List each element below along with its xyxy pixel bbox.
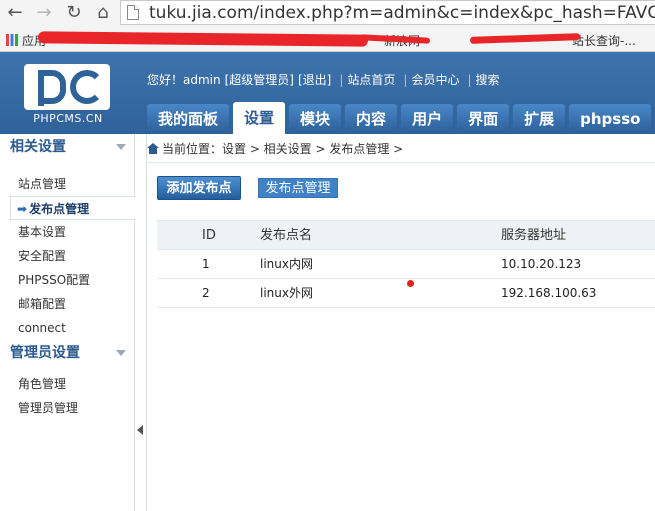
browser-toolbar: ← → ↻ ⌂ tuku.jia.com/index.php?m=admin&c… [0, 0, 655, 27]
member-center-link[interactable]: 会员中心 [411, 73, 459, 87]
tab-modules[interactable]: 模块 [289, 104, 342, 134]
apps-icon[interactable] [6, 34, 18, 46]
user-role: [超级管理员] [224, 73, 294, 87]
publish-point-manage-button[interactable]: 发布点管理 [258, 178, 338, 198]
home-icon [147, 143, 159, 154]
breadcrumb-text: 当前位置：设置 > 相关设置 > 发布点管理 > [162, 142, 404, 156]
sidebar-divider [146, 134, 147, 511]
sidebar-group-admin-settings[interactable]: 管理员设置 [0, 340, 134, 366]
welcome-bar: 您好！admin [超级管理员] [退出] | 站点首页 | 会员中心 | 搜索 [147, 73, 500, 87]
left-sidebar: 相关设置 站点管理 ➡ 发布点管理 基本设置 安全配置 PHPSSO配置 邮箱配置… [0, 134, 136, 511]
redaction-scribble [37, 31, 369, 47]
tab-interface[interactable]: 界面 [457, 104, 510, 134]
logo-mark [24, 64, 110, 110]
sidebar-group-related-settings[interactable]: 相关设置 [0, 134, 134, 160]
table-row: 1 linux内网 10.10.20.123 [157, 250, 655, 279]
sidebar-item-site-management[interactable]: 站点管理 [0, 172, 134, 196]
reload-icon[interactable]: ↻ [64, 3, 84, 23]
phpcms-logo[interactable]: PHPCMS.CN [20, 64, 116, 128]
add-publish-point-button[interactable]: 添加发布点 [157, 176, 241, 200]
sidebar-item-publish-points[interactable]: ➡ 发布点管理 [10, 196, 136, 220]
tab-settings[interactable]: 设置 [233, 102, 286, 134]
cell-id: 1 [202, 257, 210, 271]
table-header: ID 发布点名 服务器地址 [157, 220, 655, 250]
column-header-id: ID [202, 228, 216, 243]
sidebar-item-phpsso[interactable]: PHPSSO配置 [0, 268, 134, 292]
tab-my-panel[interactable]: 我的面板 [147, 104, 230, 134]
collapse-caret-icon[interactable] [116, 350, 126, 356]
cell-name: linux外网 [260, 286, 313, 300]
forward-icon[interactable]: → [34, 3, 54, 23]
cms-header: PHPCMS.CN 您好！admin [超级管理员] [退出] | 站点首页 | 会员中心 |… [0, 52, 655, 134]
url-text: tuku.jia.com/index.php?m=admin&c=index&p… [149, 3, 655, 23]
cell-id: 2 [202, 286, 210, 300]
sidebar-item-connect[interactable]: connect [0, 316, 134, 340]
cell-addr: 192.168.100.63 [501, 286, 597, 300]
arrow-right-icon: ➡ [17, 202, 28, 216]
home-icon[interactable]: ⌂ [93, 3, 113, 23]
bookmark-fragment[interactable]: 站长查询-... [572, 32, 636, 49]
redaction-scribble [469, 33, 581, 44]
sidebar-item-label: 发布点管理 [29, 202, 90, 216]
bookmarks-bar: 应用 新浪网 站长查询-... [0, 27, 655, 52]
logout-link[interactable]: [退出] [298, 73, 331, 87]
sidebar-item-basic-settings[interactable]: 基本设置 [0, 220, 134, 244]
tab-content[interactable]: 内容 [345, 104, 398, 134]
cursor-marker [407, 280, 414, 287]
sidebar-item-roles[interactable]: 角色管理 [0, 372, 134, 396]
page-icon [127, 5, 139, 20]
sidebar-item-security[interactable]: 安全配置 [0, 244, 134, 268]
collapse-caret-icon[interactable] [116, 144, 126, 150]
site-home-link[interactable]: 站点首页 [347, 73, 395, 87]
column-header-name: 发布点名 [260, 228, 313, 243]
cell-name: linux内网 [260, 257, 313, 271]
column-header-addr: 服务器地址 [501, 228, 567, 243]
tab-extensions[interactable]: 扩展 [513, 104, 566, 134]
sidebar-group-title: 管理员设置 [10, 345, 80, 361]
greeting: 您好！admin [147, 73, 221, 87]
tab-users[interactable]: 用户 [401, 104, 454, 134]
divider [147, 162, 655, 163]
collapse-sidebar-icon[interactable] [137, 424, 145, 436]
main-nav-tabs: 我的面板 设置 模块 内容 用户 界面 扩展 phpsso [147, 102, 655, 134]
sidebar-item-mail[interactable]: 邮箱配置 [0, 292, 134, 316]
address-bar[interactable]: tuku.jia.com/index.php?m=admin&c=index&p… [120, 0, 655, 25]
logo-text: PHPCMS.CN [33, 112, 103, 125]
cell-addr: 10.10.20.123 [501, 257, 582, 271]
sidebar-item-admins[interactable]: 管理员管理 [0, 396, 134, 420]
sidebar-group-title: 相关设置 [10, 139, 66, 155]
breadcrumb: 当前位置：设置 > 相关设置 > 发布点管理 > [147, 140, 403, 157]
tab-phpsso[interactable]: phpsso [569, 104, 652, 134]
publish-points-table: ID 发布点名 服务器地址 1 linux内网 10.10.20.123 2 l… [157, 220, 655, 308]
search-link[interactable]: 搜索 [476, 73, 500, 87]
back-icon[interactable]: ← [5, 3, 25, 23]
table-row: 2 linux外网 192.168.100.63 [157, 279, 655, 308]
